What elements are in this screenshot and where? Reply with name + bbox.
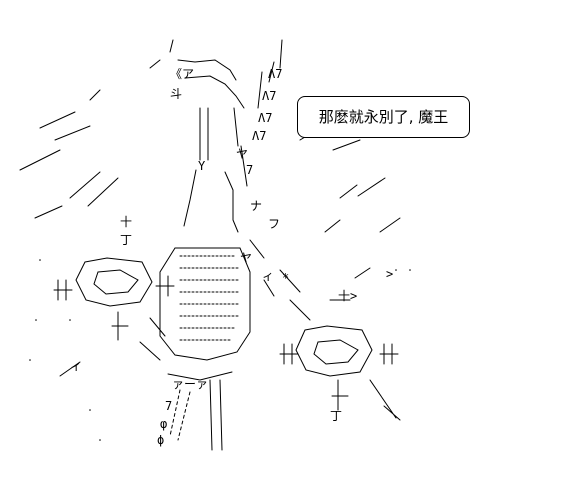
svg-text:Λ7: Λ7 [268,67,282,81]
svg-text:ァーァ: ァーァ [172,377,208,391]
svg-text:Λ7: Λ7 [252,129,266,143]
speech-text: 那麽就永別了, 魔王 [318,108,449,126]
svg-text:ヤ: ヤ [236,147,248,161]
ascii-art-scene: 《ア 斗 Λ7 Λ7 Λ7 Λ7 ヤ 7 ナ フ 十 丁 Y ヤ ィ * 十> … [0,0,569,478]
svg-text:ヤ: ヤ [240,251,252,265]
svg-text:フ: フ [268,217,280,231]
speech-bubble: 那麽就永別了, 魔王 [297,96,470,138]
svg-text:十: 十 [120,215,132,229]
svg-text:7: 7 [165,399,172,413]
svg-text:ϕ: ϕ [157,433,164,447]
svg-text:>: > [386,267,393,281]
svg-text:丁: 丁 [330,409,342,423]
svg-text:丁: 丁 [120,233,132,247]
svg-text:《ア: 《ア [170,67,194,81]
ascii-art-drawing: 《ア 斗 Λ7 Λ7 Λ7 Λ7 ヤ 7 ナ フ 十 丁 Y ヤ ィ * 十> … [19,39,411,451]
svg-text:ィ: ィ [262,269,274,283]
svg-text:斗: 斗 [170,87,182,101]
svg-text:Y: Y [198,159,206,173]
svg-text:7: 7 [246,163,253,177]
svg-text:*: * [282,271,289,285]
svg-text:φ: φ [160,417,167,431]
svg-text:ィ: ィ [70,359,82,373]
svg-text:ナ: ナ [250,199,262,213]
svg-text:Λ7: Λ7 [258,111,272,125]
svg-text:Λ7: Λ7 [262,89,276,103]
svg-text:十>: 十> [338,289,357,303]
